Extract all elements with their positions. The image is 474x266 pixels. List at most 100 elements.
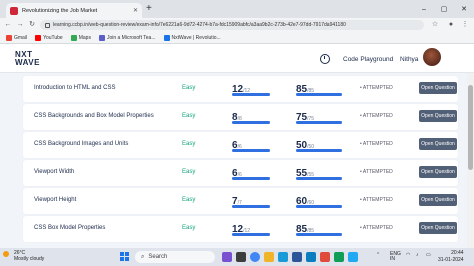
new-tab-icon[interactable]: + [146, 3, 152, 15]
open-question-button[interactable]: Open Question [419, 194, 457, 206]
timer-icon[interactable] [320, 54, 330, 64]
score-bar [232, 205, 270, 208]
question-title: CSS Background Images and Units [34, 141, 129, 147]
minimize-icon[interactable]: – [414, 0, 434, 18]
url-text: learning.ccbp.in/web-question-review/exa… [53, 22, 346, 28]
score-bar [232, 233, 270, 236]
status-label: • ATTEMPTED [360, 225, 393, 231]
difficulty-label: Easy [182, 197, 196, 203]
close-tab-icon[interactable]: ✕ [133, 7, 138, 14]
tab-title: Revolutionizing the Job Market [22, 7, 98, 14]
question-title: CSS Box Model Properties [34, 225, 106, 231]
difficulty-label: Easy [182, 85, 196, 91]
app-icon[interactable] [334, 252, 344, 262]
difficulty-label: Easy [182, 169, 196, 175]
question-title: Viewport Height [34, 197, 77, 203]
question-title: Viewport Width [34, 169, 75, 175]
wifi-icon[interactable]: ◠ [406, 252, 410, 258]
browser-tab[interactable]: Revolutionizing the Job Market ✕ [6, 3, 142, 18]
score: 6/6 [232, 163, 270, 181]
bookmark-youtube[interactable]: YouTube [35, 34, 63, 41]
status-label: • ATTEMPTED [360, 141, 393, 147]
maximize-icon[interactable]: ▢ [434, 0, 454, 18]
question-card: Viewport Width Easy 6/6 55/55 • ATTEMPTE… [23, 160, 458, 186]
open-question-button[interactable]: Open Question [419, 138, 457, 150]
scrollbar[interactable] [467, 73, 474, 248]
profile-icon[interactable]: ● [446, 20, 456, 30]
app-icon[interactable] [320, 252, 330, 262]
back-icon[interactable]: ← [3, 20, 13, 30]
bookmark-gmail[interactable]: Gmail [6, 34, 27, 41]
percent-score: 85/85 [296, 219, 342, 237]
chrome-icon[interactable] [250, 252, 260, 262]
percent-bar [296, 121, 342, 124]
avatar[interactable] [423, 48, 441, 66]
difficulty-label: Easy [182, 113, 196, 119]
language-indicator[interactable]: ENG IN [390, 252, 401, 262]
maps-icon [70, 34, 77, 41]
star-icon[interactable]: ☆ [430, 20, 440, 30]
reload-icon[interactable]: ↻ [27, 20, 37, 30]
menu-icon[interactable]: ⋮ [460, 20, 470, 30]
question-card: Viewport Height Easy 7/7 60/60 • ATTEMPT… [23, 188, 458, 214]
store-icon[interactable] [292, 252, 302, 262]
question-card: CSS Background Images and Units Easy 6/6… [23, 132, 458, 158]
question-title: Introduction to HTML and CSS [34, 85, 116, 91]
question-card: Introduction to HTML and CSS Easy 12/12 … [23, 76, 458, 102]
taskbar-search[interactable]: ⌕ Search [135, 251, 215, 263]
question-title: CSS Backgrounds and Box Model Properties [34, 113, 154, 119]
battery-icon[interactable]: ▭ [426, 252, 431, 258]
address-bar: ← → ↻ learning.ccbp.in/web-question-revi… [0, 18, 474, 32]
status-label: • ATTEMPTED [360, 113, 393, 119]
open-question-button[interactable]: Open Question [419, 222, 457, 234]
open-question-button[interactable]: Open Question [419, 166, 457, 178]
question-list: Introduction to HTML and CSS Easy 12/12 … [0, 73, 474, 248]
clock[interactable]: 20:44 31-01-2024 [438, 250, 464, 264]
app-icon[interactable] [222, 252, 232, 262]
app-icon[interactable] [306, 252, 316, 262]
weather-widget[interactable]: 26°C Mostly cloudy [4, 250, 44, 262]
gmail-icon [6, 34, 12, 41]
score: 12/12 [232, 219, 270, 237]
scroll-thumb[interactable] [468, 85, 473, 170]
score: 7/7 [232, 191, 270, 209]
edge-icon[interactable] [278, 252, 288, 262]
percent-bar [296, 233, 342, 236]
percent-bar [296, 149, 342, 152]
bookmark-maps[interactable]: Maps [70, 34, 91, 41]
browser-tab-bar: Revolutionizing the Job Market ✕ + – ▢ ✕ [0, 0, 474, 18]
score: 8/8 [232, 107, 270, 125]
score: 6/6 [232, 135, 270, 153]
percent-score: 50/50 [296, 135, 342, 153]
close-window-icon[interactable]: ✕ [454, 0, 474, 18]
app-icon[interactable] [236, 252, 246, 262]
percent-score: 55/55 [296, 163, 342, 181]
nxtwave-icon [163, 34, 170, 41]
open-question-button[interactable]: Open Question [419, 82, 457, 94]
bookmarks-bar: Gmail YouTube Maps Join a Microsoft Tea.… [0, 32, 474, 44]
open-question-button[interactable]: Open Question [419, 110, 457, 122]
vscode-icon[interactable] [348, 252, 358, 262]
question-card: CSS Box Model Properties Easy 12/12 85/8… [23, 216, 458, 242]
volume-icon[interactable]: ♪ [416, 252, 419, 258]
chevron-up-icon[interactable]: ⌃ [376, 252, 380, 258]
percent-score: 85/85 [296, 79, 342, 97]
youtube-icon [35, 34, 42, 41]
url-input[interactable]: learning.ccbp.in/web-question-review/exa… [40, 20, 424, 30]
app-header: NXT WAVE Code Playground Nithya [0, 45, 474, 73]
score-bar [232, 93, 270, 96]
lock-icon [45, 22, 50, 28]
nxtwave-logo[interactable]: NXT WAVE [15, 51, 45, 67]
bookmark-teams[interactable]: Join a Microsoft Tea... [98, 34, 156, 41]
code-playground-link[interactable]: Code Playground [343, 56, 393, 63]
difficulty-label: Easy [182, 225, 196, 231]
user-name: Nithya [400, 56, 419, 63]
forward-icon[interactable]: → [15, 20, 25, 30]
score-bar [232, 177, 270, 180]
bookmark-nxtwave[interactable]: NxtWave | Revolutio... [163, 34, 221, 41]
score: 12/12 [232, 79, 270, 97]
taskbar: 26°C Mostly cloudy ⌕ Search ⌃ ENG IN ◠ ♪ … [0, 248, 474, 266]
percent-bar [296, 177, 342, 180]
file-explorer-icon[interactable] [264, 252, 274, 262]
start-icon[interactable] [120, 252, 129, 261]
